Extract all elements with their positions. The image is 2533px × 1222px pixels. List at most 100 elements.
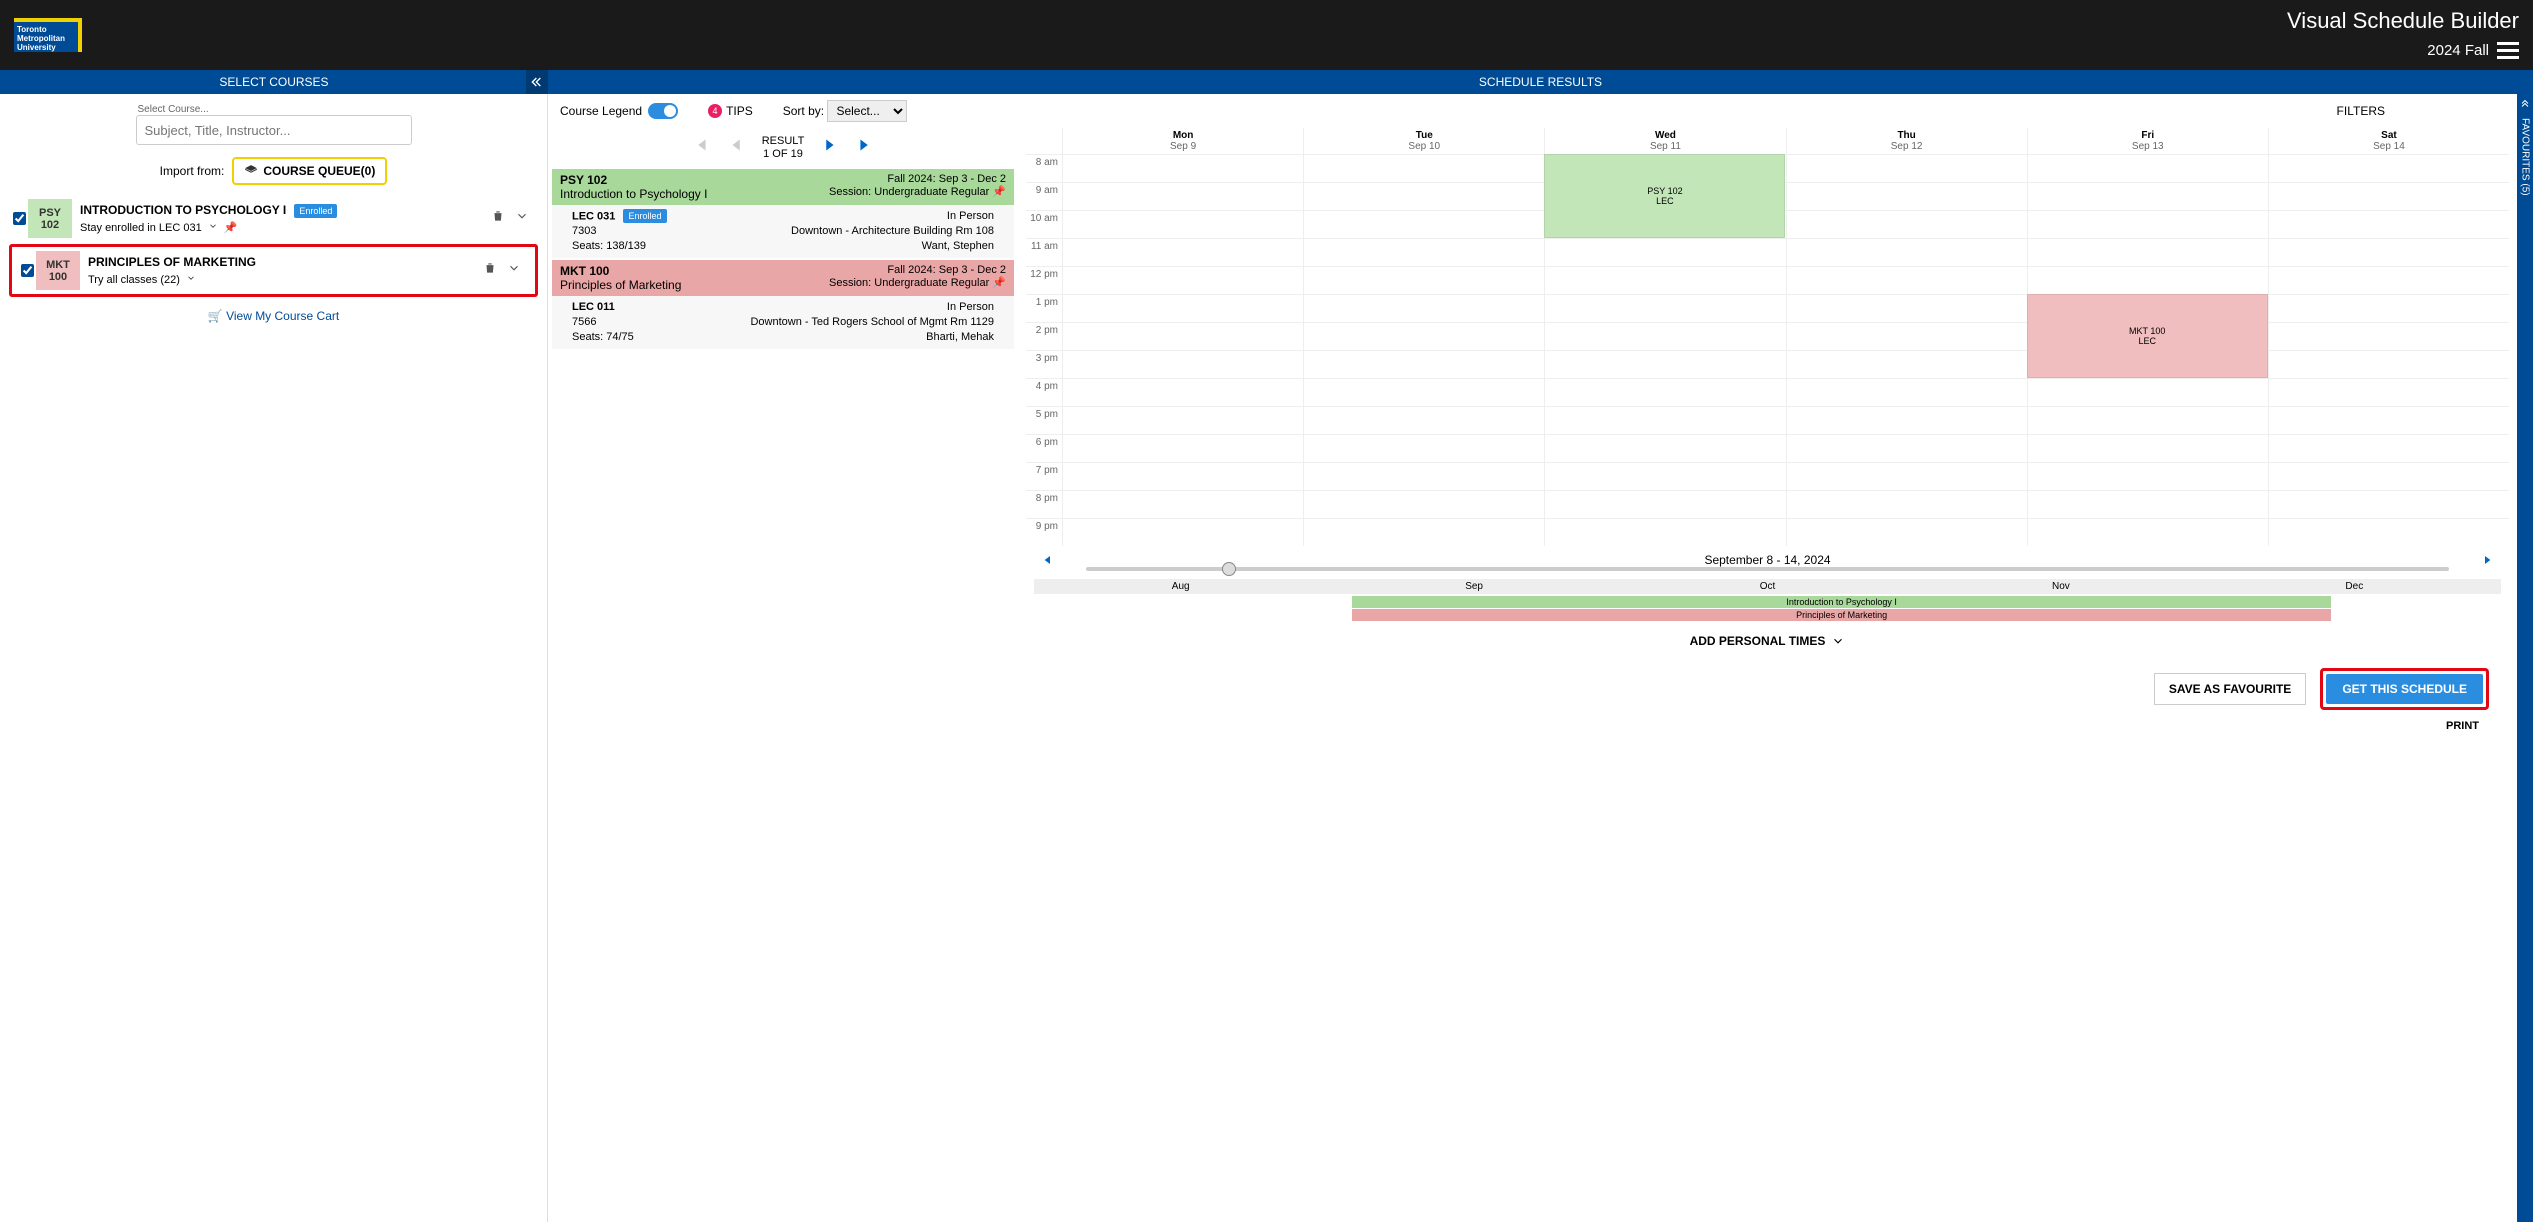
next-page-icon[interactable] (818, 134, 840, 161)
section-session: Session: Undergraduate Regular 📌 (829, 185, 1006, 198)
hour-row: 4 pm (1026, 378, 2509, 406)
month-label: Oct (1621, 579, 1914, 594)
week-range-label: September 8 - 14, 2024 (1056, 553, 2479, 567)
select-course-label: Select Course... (136, 104, 412, 115)
course-section-info[interactable]: Try all classes (22) (88, 274, 180, 286)
day-header: TueSep 10 (1303, 128, 1544, 154)
import-from-label: Import from: (160, 164, 225, 178)
course-search-input[interactable] (136, 115, 412, 145)
view-course-cart-link[interactable]: 🛒 View My Course Cart (208, 309, 339, 323)
chevron-down-icon[interactable] (208, 221, 218, 234)
month-label: Dec (2208, 579, 2501, 594)
trash-icon[interactable] (491, 209, 505, 228)
day-header: MonSep 9 (1062, 128, 1303, 154)
select-courses-panel: Select Course... Import from: COURSE QUE… (0, 94, 548, 1222)
week-navigator: September 8 - 14, 2024 (1034, 546, 2501, 577)
sort-by-label: Sort by: (783, 104, 824, 118)
day-header: ThuSep 12 (1786, 128, 2027, 154)
controls-row: Course Legend 4 TIPS Sort by: Select... … (548, 94, 2517, 128)
tips-button[interactable]: 4 TIPS (708, 104, 753, 118)
location: Downtown - Ted Rogers School of Mgmt Rm … (750, 315, 994, 330)
sort-select[interactable]: Select... (827, 100, 907, 122)
pin-icon[interactable]: 📌 (992, 186, 1006, 198)
pin-icon[interactable]: 📌 (992, 277, 1006, 289)
last-page-icon[interactable] (854, 134, 876, 161)
prev-week-icon[interactable] (1040, 552, 1056, 571)
favourites-rail[interactable]: FAVOURITES (5) (2517, 94, 2533, 1222)
course-title: PRINCIPLES OF MARKETING (88, 255, 256, 269)
seats-info: Seats: 138/139 (572, 239, 667, 254)
layers-icon (244, 164, 258, 178)
print-button[interactable]: PRINT (1026, 718, 2509, 734)
delivery-mode: In Person (791, 209, 994, 224)
months-row: AugSepOctNovDec (1034, 579, 2501, 594)
next-week-icon[interactable] (2479, 552, 2495, 571)
section-term: Fall 2024: Sep 3 - Dec 2 (829, 173, 1006, 185)
collapse-left-icon[interactable] (526, 70, 548, 94)
instructor: Want, Stephen (791, 239, 994, 254)
enrolled-badge: Enrolled (623, 209, 666, 223)
section-body: LEC 031 Enrolled 7303 Seats: 138/139 In … (552, 205, 1014, 258)
timeline-bar-mkt: Principles of Marketing (1352, 609, 2331, 621)
trash-icon[interactable] (483, 261, 497, 280)
chevron-down-icon (1831, 634, 1845, 648)
chevron-down-icon[interactable] (186, 273, 196, 286)
first-page-icon[interactable] (690, 134, 712, 161)
enrolled-badge: Enrolled (294, 204, 337, 218)
hour-row: 6 pm (1026, 434, 2509, 462)
university-logo: Toronto Metropolitan University (14, 18, 82, 52)
day-header: SatSep 14 (2268, 128, 2509, 154)
day-header: FriSep 13 (2027, 128, 2268, 154)
class-number: 7566 (572, 315, 634, 330)
highlighted-course-row: MKT100 PRINCIPLES OF MARKETING Try all c… (9, 244, 538, 297)
instructor: Bharti, Mehak (750, 330, 994, 345)
schedule-pager: RESULT 1 OF 19 (548, 128, 1018, 167)
tips-count-badge: 4 (708, 104, 722, 118)
result-count: 1 OF 19 (762, 148, 805, 161)
month-label: Aug (1034, 579, 1327, 594)
save-favourite-button[interactable]: SAVE AS FAVOURITE (2154, 673, 2306, 705)
calendar-event[interactable]: MKT 100LEC (2027, 294, 2268, 378)
prev-page-icon[interactable] (726, 134, 748, 161)
get-schedule-button[interactable]: GET THIS SCHEDULE (2326, 674, 2483, 704)
course-code-badge: MKT100 (36, 251, 80, 290)
course-title: INTRODUCTION TO PSYCHOLOGY I (80, 203, 286, 217)
course-section-info[interactable]: Stay enrolled in LEC 031 (80, 222, 202, 234)
add-personal-times-button[interactable]: ADD PERSONAL TIMES (1026, 622, 2509, 660)
timeline-bar-psy: Introduction to Psychology I (1352, 596, 2331, 608)
filters-label[interactable]: FILTERS (2337, 104, 2385, 118)
menu-icon[interactable] (2497, 38, 2519, 63)
location: Downtown - Architecture Building Rm 108 (791, 224, 994, 239)
section-header: PSY 102 Introduction to Psychology I Fal… (552, 169, 1014, 205)
hour-row: 11 am (1026, 238, 2509, 266)
month-label: Sep (1327, 579, 1620, 594)
result-label: RESULT (762, 135, 805, 148)
hour-row: 9 pm (1026, 518, 2509, 546)
course-queue-button[interactable]: COURSE QUEUE(0) (232, 157, 387, 185)
course-checkbox[interactable] (10, 199, 28, 238)
section-session: Session: Undergraduate Regular 📌 (829, 276, 1006, 289)
term-label: 2024 Fall (2427, 42, 2489, 59)
schedule-section-card[interactable]: MKT 100 Principles of Marketing Fall 202… (552, 260, 1014, 349)
course-legend-label: Course Legend (560, 104, 642, 118)
class-number: 7303 (572, 224, 667, 239)
lec-number: LEC 011 (572, 301, 615, 313)
expand-icon[interactable] (507, 261, 521, 280)
section-header: MKT 100 Principles of Marketing Fall 202… (552, 260, 1014, 296)
top-header: Toronto Metropolitan University Visual S… (0, 0, 2533, 70)
calendar-event[interactable]: PSY 102LEC (1544, 154, 1785, 238)
delivery-mode: In Person (750, 300, 994, 315)
week-slider[interactable] (1086, 567, 2449, 571)
course-checkbox[interactable] (18, 251, 36, 290)
section-term: Fall 2024: Sep 3 - Dec 2 (829, 264, 1006, 276)
legend-toggle[interactable] (648, 103, 678, 119)
expand-icon[interactable] (515, 209, 529, 228)
hour-row: 12 pm (1026, 266, 2509, 294)
hour-row: 8 pm (1026, 490, 2509, 518)
highlighted-get-schedule: GET THIS SCHEDULE (2320, 668, 2489, 710)
schedule-section-card[interactable]: PSY 102 Introduction to Psychology I Fal… (552, 169, 1014, 258)
pin-icon[interactable]: 📌 (224, 221, 238, 234)
day-header: WedSep 11 (1544, 128, 1785, 154)
schedule-results-label: SCHEDULE RESULTS (548, 70, 2533, 94)
collapse-right-icon[interactable] (2519, 98, 2531, 110)
